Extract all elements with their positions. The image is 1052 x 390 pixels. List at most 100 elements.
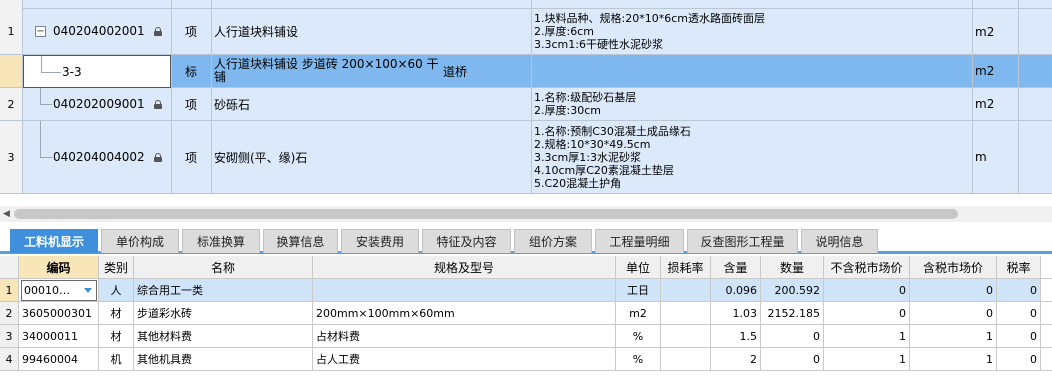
cell-price-incl-tax[interactable]: 1 bbox=[910, 348, 997, 370]
col-price-incl-tax[interactable]: 含税市场价 bbox=[910, 256, 997, 278]
code-cell[interactable]: 040204004002 bbox=[23, 121, 171, 193]
cell-content[interactable]: 1.5 bbox=[711, 325, 761, 347]
code-cell[interactable]: 040202009001 bbox=[23, 88, 171, 120]
tab-quantity-detail[interactable]: 工程量明细 bbox=[595, 229, 684, 253]
collapse-icon[interactable]: − bbox=[35, 26, 46, 37]
cell-tax-rate[interactable]: 0 bbox=[997, 302, 1041, 324]
cell-quantity[interactable]: 0 bbox=[761, 348, 824, 370]
cell-category[interactable]: 材 bbox=[99, 302, 134, 324]
cell-loss-rate[interactable] bbox=[661, 279, 711, 301]
cell-spec[interactable]: 占材料费 bbox=[313, 325, 616, 347]
col-loss-rate[interactable]: 损耗率 bbox=[661, 256, 711, 278]
cell-quantity[interactable]: 0 bbox=[761, 325, 824, 347]
cell-spec[interactable] bbox=[313, 279, 616, 301]
cell-code[interactable]: 3605000301 bbox=[19, 302, 99, 324]
cell-price-excl-tax[interactable]: 1 bbox=[824, 348, 910, 370]
tab-pricing-plan[interactable]: 组价方案 bbox=[514, 229, 592, 253]
scrollbar-thumb[interactable] bbox=[14, 209, 958, 219]
cell-loss-rate[interactable] bbox=[661, 302, 711, 324]
cell-name[interactable]: 综合用工一类 bbox=[134, 279, 313, 301]
table-row[interactable]: 1 − 040204002001 项 人行道块料铺设 1.块料品种、规格:20*… bbox=[0, 9, 1052, 55]
tab-labor-material-machine[interactable]: 工料机显示 bbox=[10, 229, 98, 253]
item-code: 040204004002 bbox=[53, 150, 145, 164]
col-code[interactable]: 编码 bbox=[19, 256, 99, 278]
cell-name[interactable]: 步道彩水砖 bbox=[134, 302, 313, 324]
chevron-left-icon[interactable]: ◀ bbox=[3, 209, 10, 219]
cell-category[interactable]: 材 bbox=[99, 325, 134, 347]
table-row[interactable]: 3 040204004002 项 安砌侧(平、缘)石 1.名称:预制C30混凝土… bbox=[0, 121, 1052, 194]
spec-line: 5.C20混凝土护角 bbox=[534, 176, 622, 190]
cell-price-excl-tax[interactable]: 0 bbox=[824, 302, 910, 324]
cell-quantity[interactable]: 200.592 bbox=[761, 279, 824, 301]
spec-line: 1.名称:级配砂石基层 bbox=[534, 91, 637, 104]
cell-name[interactable]: 其他机具费 bbox=[134, 348, 313, 370]
item-name[interactable]: 安砌侧(平、缘)石 bbox=[211, 121, 531, 193]
cell-code[interactable]: 99460004 bbox=[19, 348, 99, 370]
cell-content[interactable]: 2 bbox=[711, 348, 761, 370]
tab-install-fee[interactable]: 安装费用 bbox=[341, 229, 419, 253]
col-content[interactable]: 含量 bbox=[711, 256, 761, 278]
cell-price-excl-tax[interactable]: 1 bbox=[824, 325, 910, 347]
code-combo-input[interactable]: 00010… bbox=[21, 280, 97, 301]
spec-line: 1.块料品种、规格:20*10*6cm透水路面砖面层 bbox=[534, 12, 765, 25]
table-row-selected[interactable]: 1 00010… 人 综合用工一类 工日 0.096 200.592 0 0 0 bbox=[0, 279, 1052, 302]
tab-graphic-quantity[interactable]: 反查图形工程量 bbox=[687, 229, 798, 253]
cell-spec[interactable]: 占人工费 bbox=[313, 348, 616, 370]
table-row[interactable]: 2 3605000301 材 步道彩水砖 200mm×100mm×60mm m2… bbox=[0, 302, 1052, 325]
item-name[interactable]: 砂砾石 bbox=[211, 88, 531, 120]
cell-price-incl-tax[interactable]: 0 bbox=[910, 279, 997, 301]
col-spec[interactable]: 规格及型号 bbox=[313, 256, 616, 278]
col-category[interactable]: 类别 bbox=[99, 256, 134, 278]
row-number: 1 bbox=[0, 279, 19, 301]
col-name[interactable]: 名称 bbox=[134, 256, 313, 278]
item-name[interactable]: 人行道块料铺设 步道砖 200×100×60 干铺 bbox=[211, 55, 440, 87]
cell-loss-rate[interactable] bbox=[661, 348, 711, 370]
code-edit-field[interactable]: 3-3 bbox=[23, 55, 171, 88]
code-cell[interactable]: − 040204002001 bbox=[23, 9, 171, 54]
cell-category[interactable]: 人 bbox=[99, 279, 134, 301]
row-number: 1 bbox=[0, 9, 23, 54]
table-row-selected[interactable]: 3-3 标 人行道块料铺设 步道砖 200×100×60 干铺 道桥 m2 bbox=[0, 55, 1052, 88]
item-name[interactable]: 人行道块料铺设 bbox=[211, 9, 531, 54]
table-row[interactable]: 3 34000011 材 其他材料费 占材料费 % 1.5 0 1 1 0 bbox=[0, 325, 1052, 348]
spec-line: 2.厚度:6cm bbox=[534, 25, 594, 38]
col-quantity[interactable]: 数量 bbox=[761, 256, 824, 278]
cell-name[interactable]: 其他材料费 bbox=[134, 325, 313, 347]
spec-line: 1.名称:预制C30混凝土成品缘石 bbox=[534, 124, 691, 138]
table-row[interactable]: 4 99460004 机 其他机具费 占人工费 % 2 0 1 1 0 bbox=[0, 348, 1052, 371]
tab-description[interactable]: 说明信息 bbox=[801, 229, 878, 253]
col-tax-rate[interactable]: 税率 bbox=[997, 256, 1041, 278]
cell-price-incl-tax[interactable]: 0 bbox=[910, 302, 997, 324]
row-number bbox=[0, 55, 23, 87]
cell-code[interactable]: 34000011 bbox=[19, 325, 99, 347]
cell-quantity[interactable]: 2152.185 bbox=[761, 302, 824, 324]
cell-price-excl-tax[interactable]: 0 bbox=[824, 279, 910, 301]
horizontal-scrollbar[interactable]: ◀ bbox=[0, 206, 1052, 222]
cell-unit[interactable]: % bbox=[616, 348, 661, 370]
tab-conversion-info[interactable]: 换算信息 bbox=[263, 229, 338, 253]
col-price-excl-tax[interactable]: 不含税市场价 bbox=[824, 256, 910, 278]
cell-tax-rate[interactable]: 0 bbox=[997, 325, 1041, 347]
app-root: 1 − 040204002001 项 人行道块料铺设 1.块料品种、规格:20*… bbox=[0, 0, 1052, 390]
item-type: 项 bbox=[171, 88, 211, 120]
cell-tax-rate[interactable]: 0 bbox=[997, 279, 1041, 301]
tab-features[interactable]: 特征及内容 bbox=[422, 229, 511, 253]
cell-unit[interactable]: 工日 bbox=[616, 279, 661, 301]
boq-tree-table: 1 − 040204002001 项 人行道块料铺设 1.块料品种、规格:20*… bbox=[0, 0, 1052, 196]
cell-content[interactable]: 1.03 bbox=[711, 302, 761, 324]
cell-content[interactable]: 0.096 bbox=[711, 279, 761, 301]
cell-category[interactable]: 机 bbox=[99, 348, 134, 370]
table-row[interactable]: 2 040202009001 项 砂砾石 1.名称:级配砂石基层 2.厚度:30… bbox=[0, 88, 1052, 121]
cell-unit[interactable]: % bbox=[616, 325, 661, 347]
col-unit[interactable]: 单位 bbox=[616, 256, 661, 278]
cell-unit[interactable]: m2 bbox=[616, 302, 661, 324]
tab-unit-price[interactable]: 单价构成 bbox=[101, 229, 179, 253]
cell-tax-rate[interactable]: 0 bbox=[997, 348, 1041, 370]
item-type: 项 bbox=[171, 121, 211, 193]
tab-standard-conversion[interactable]: 标准换算 bbox=[182, 229, 260, 253]
cell-spec[interactable]: 200mm×100mm×60mm bbox=[313, 302, 616, 324]
cell-price-incl-tax[interactable]: 1 bbox=[910, 325, 997, 347]
item-specialty: 道桥 bbox=[443, 64, 468, 79]
cell-loss-rate[interactable] bbox=[661, 325, 711, 347]
chevron-down-icon[interactable] bbox=[84, 288, 92, 293]
